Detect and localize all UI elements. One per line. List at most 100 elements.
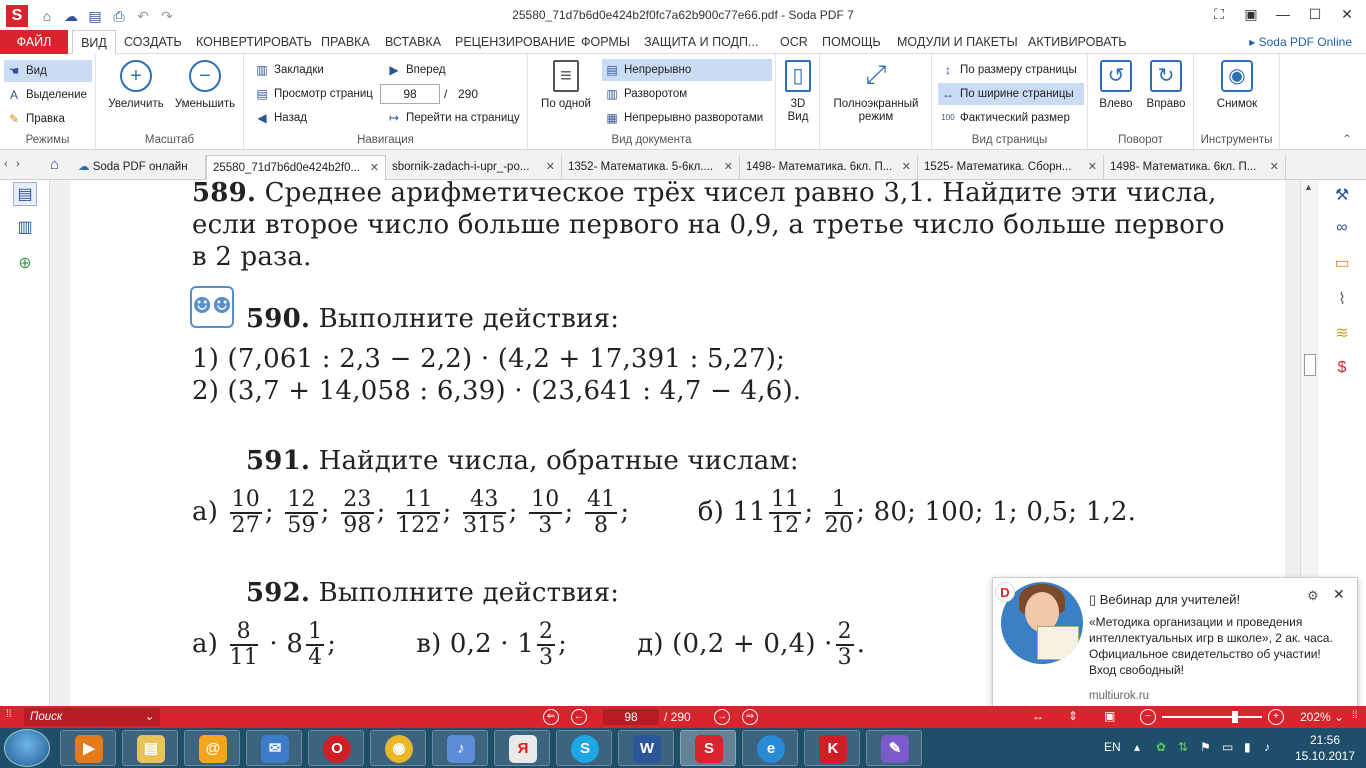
menu-activate[interactable]: АКТИВИРОВАТЬ [1028, 35, 1126, 49]
menu-ocr[interactable]: OCR [780, 35, 808, 49]
notification-popup[interactable]: D ▯ Вебинар для учителей! «Методика орга… [992, 577, 1358, 711]
scrollbar-thumb[interactable] [1304, 354, 1316, 376]
home-tab-icon[interactable]: ⌂ [50, 156, 59, 173]
taskbar-explorer[interactable]: ▤ [122, 730, 178, 766]
soda-online-link[interactable]: ▸ Soda PDF Online [1249, 35, 1352, 49]
signal-icon[interactable]: ▮ [1244, 740, 1251, 754]
tray-network-app-icon[interactable]: ⇅ [1178, 740, 1188, 754]
bookmarks-panel-icon[interactable]: ▥ [13, 216, 37, 240]
rotate-right-button[interactable]: ↻ Вправо [1142, 60, 1190, 110]
taskbar-skype[interactable]: S [556, 730, 612, 766]
tabs-scroll-right-icon[interactable]: › [16, 158, 20, 170]
single-page-button[interactable]: ≡ По одной [534, 60, 598, 110]
tray-flag-icon[interactable]: ⚑ [1200, 740, 1211, 754]
page-view-button[interactable]: ▤ Просмотр страниц [252, 83, 373, 105]
taskbar-audio[interactable]: ♪ [432, 730, 488, 766]
zoom-in-status-icon[interactable]: + [1268, 709, 1284, 725]
maximize-button[interactable]: ☐ [1300, 4, 1330, 24]
mode-view-button[interactable]: ☚ Вид [4, 60, 92, 82]
taskbar-mail-agent[interactable]: @ [184, 730, 240, 766]
actual-size-status-icon[interactable]: ▣ [1104, 709, 1115, 723]
fit-icon[interactable]: ⛶ [1204, 4, 1234, 24]
page-thumbnails-icon[interactable]: ▤ [13, 182, 37, 206]
prev-page-icon[interactable]: ← [571, 709, 587, 725]
taskbar-ie[interactable]: e [742, 730, 798, 766]
taskbar-word[interactable]: W [618, 730, 674, 766]
tab-soda-online[interactable]: ☁ Soda PDF онлайн [72, 155, 206, 180]
menu-edit[interactable]: ПРАВКА [321, 35, 370, 49]
rotate-left-button[interactable]: ↺ Влево [1092, 60, 1140, 110]
page-number-input[interactable]: 98 [380, 84, 440, 104]
continuous-spread-button[interactable]: ▦ Непрерывно разворотами [602, 107, 763, 129]
menu-forms[interactable]: ФОРМЫ [581, 35, 630, 49]
taskbar-kaspersky[interactable]: K [804, 730, 860, 766]
binoculars-icon[interactable]: ∞ [1330, 216, 1354, 240]
first-page-icon[interactable]: ⇐ [543, 709, 559, 725]
menu-file[interactable]: ФАЙЛ [0, 30, 68, 54]
layers-icon[interactable]: ≋ [1330, 322, 1354, 346]
settings-gear-icon[interactable]: ⚙ [1307, 588, 1319, 604]
tab-document[interactable]: 1352- Математика. 5-6кл.... ✕ [562, 155, 740, 180]
tab-document[interactable]: 1498- Математика. 6кл. П... ✕ [740, 155, 918, 180]
close-tab-icon[interactable]: ✕ [370, 156, 379, 180]
goto-page-button[interactable]: ↦ Перейти на страницу [384, 107, 520, 129]
taskbar-yandex[interactable]: Я [494, 730, 550, 766]
menu-view[interactable]: ВИД [72, 30, 116, 55]
zoom-in-button[interactable]: + Увеличить [104, 60, 168, 110]
continuous-button[interactable]: ▤ Непрерывно [602, 59, 772, 81]
links-icon[interactable]: ⊕ [13, 252, 37, 276]
zoom-level[interactable]: 202% ⌄ [1300, 710, 1344, 724]
minimize-button[interactable]: — [1268, 4, 1298, 24]
menu-insert[interactable]: ВСТАВКА [385, 35, 441, 49]
close-notification-icon[interactable]: ✕ [1333, 586, 1345, 603]
mode-edit-button[interactable]: ✎ Правка [4, 108, 92, 130]
search-dropdown-icon[interactable]: ⌄ [144, 708, 154, 726]
zoom-out-button[interactable]: − Уменьшить [172, 60, 238, 110]
taskbar-chrome[interactable]: ◉ [370, 730, 426, 766]
close-tab-icon[interactable]: ✕ [546, 155, 555, 179]
actual-size-button[interactable]: 100 Фактический размер [938, 107, 1070, 129]
close-tab-icon[interactable]: ✕ [902, 155, 911, 179]
zoom-out-status-icon[interactable]: − [1140, 709, 1156, 725]
next-page-icon[interactable]: → [714, 709, 730, 725]
scroll-up-icon[interactable]: ▲ [1304, 182, 1313, 192]
tab-document[interactable]: 1498- Математика. 6кл. П... ✕ [1104, 155, 1286, 180]
zoom-slider-thumb[interactable] [1232, 711, 1239, 723]
menu-help[interactable]: ПОМОЩЬ [822, 35, 881, 49]
close-tab-icon[interactable]: ✕ [724, 155, 733, 179]
back-button[interactable]: ◀ Назад [252, 107, 307, 129]
menu-create[interactable]: СОЗДАТЬ [124, 35, 182, 49]
fit-width-button[interactable]: ↔ По ширине страницы [938, 83, 1084, 105]
menu-modules[interactable]: МОДУЛИ И ПАКЕТЫ [897, 35, 1018, 49]
taskbar-media-player[interactable]: ▶ [60, 730, 116, 766]
tab-document[interactable]: sbornik-zadach-i-upr_-po... ✕ [386, 155, 562, 180]
attachment-icon[interactable]: ⌇ [1330, 288, 1354, 312]
tray-app-icon[interactable]: ✿ [1156, 740, 1166, 754]
close-tab-icon[interactable]: ✕ [1270, 155, 1279, 179]
taskbar-paint[interactable]: ✎ [866, 730, 922, 766]
fit-page-status-icon[interactable]: ⇕ [1068, 709, 1078, 723]
menu-review[interactable]: РЕЦЕНЗИРОВАНИЕ [455, 35, 575, 49]
snapshot-button[interactable]: ◉ Снимок [1202, 60, 1272, 110]
comment-icon[interactable]: ▭ [1330, 252, 1354, 276]
three-d-view-button[interactable]: ▯ 3D Вид [780, 60, 816, 124]
status-page-input[interactable]: 98 [603, 709, 659, 725]
fit-page-button[interactable]: ↕ По размеру страницы [938, 59, 1077, 81]
fit-width-status-icon[interactable]: ↔ [1032, 709, 1044, 723]
forward-button[interactable]: ▶ Вперед [384, 59, 445, 81]
tab-document[interactable]: 1525- Математика. Сборн... ✕ [918, 155, 1104, 180]
mode-select-button[interactable]: A Выделение [4, 84, 92, 106]
taskbar-mail[interactable]: ✉ [246, 730, 302, 766]
collapse-ribbon-icon[interactable]: ⌃ [1342, 132, 1352, 146]
tab-active-document[interactable]: 25580_71d7b6d0e424b2f0... ✕ [206, 155, 386, 180]
signature-icon[interactable]: $ [1330, 356, 1354, 380]
menu-convert[interactable]: КОНВЕРТИРОВАТЬ [196, 35, 312, 49]
last-page-icon[interactable]: ⇒ [742, 709, 758, 725]
close-tab-icon[interactable]: ✕ [1088, 155, 1097, 179]
start-button[interactable] [4, 729, 50, 767]
system-clock[interactable]: 21:56 15.10.2017 [1290, 732, 1360, 764]
volume-icon[interactable]: ♪ [1264, 740, 1270, 754]
close-button[interactable]: ✕ [1332, 4, 1362, 24]
tray-screen-icon[interactable]: ▭ [1222, 740, 1233, 754]
search-field[interactable]: Поиск ⌄ [24, 708, 160, 726]
